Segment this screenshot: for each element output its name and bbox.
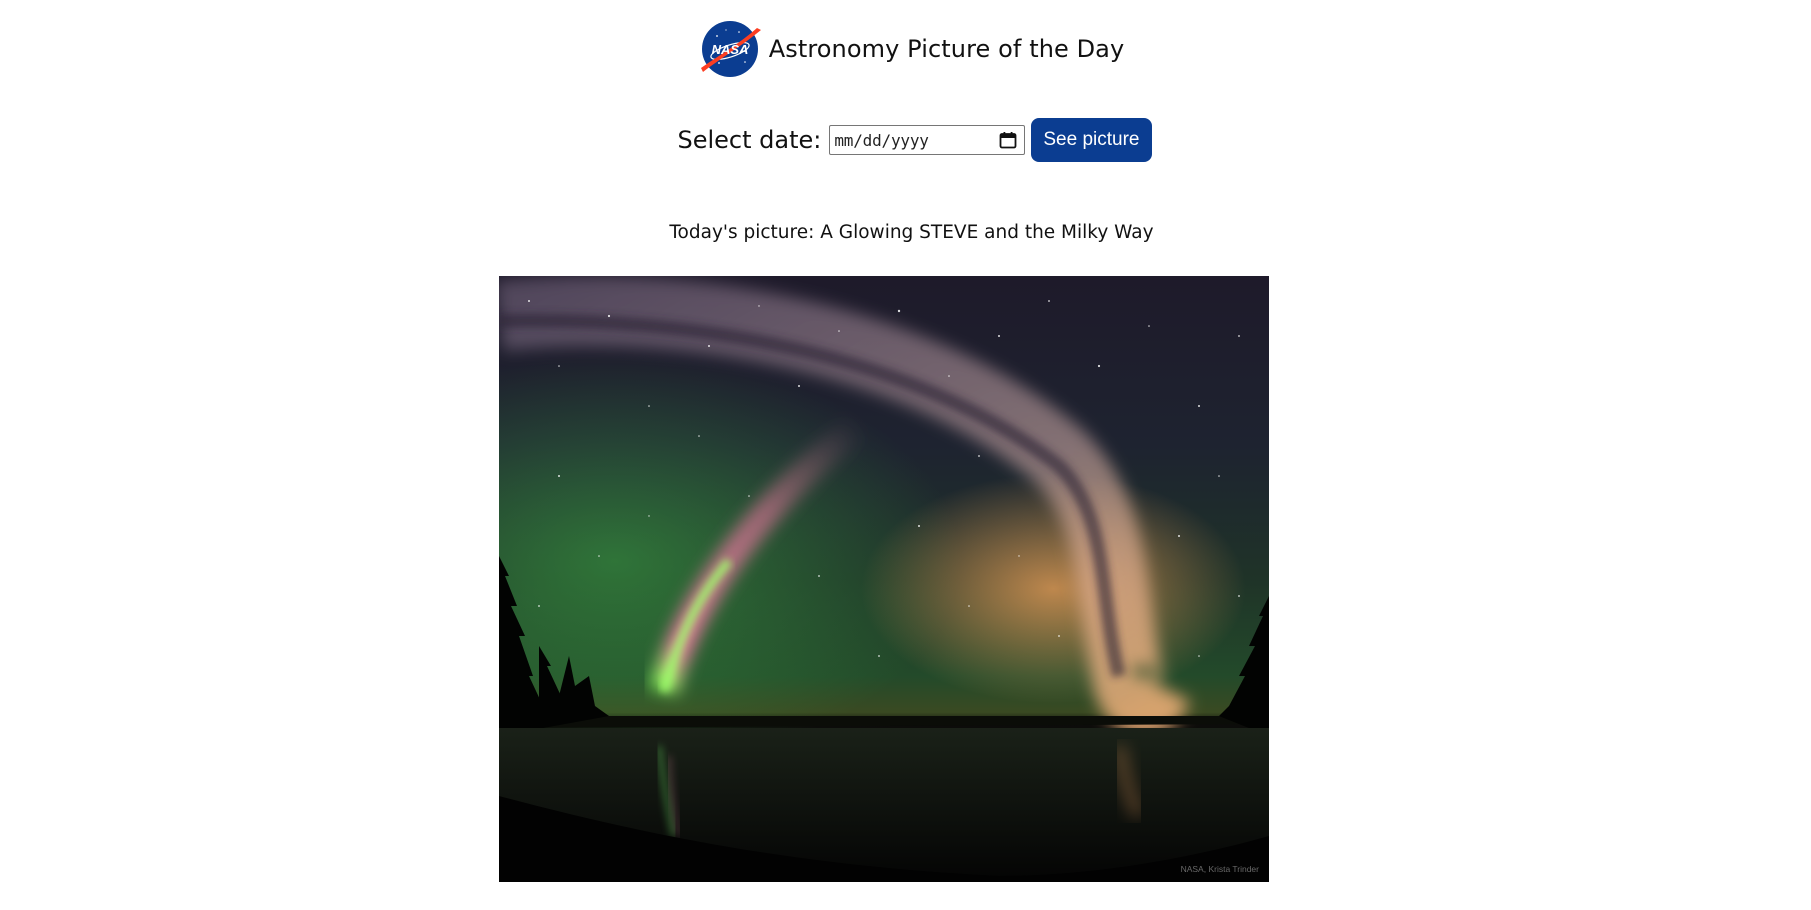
page-header: NASA Astronomy Picture of the Day xyxy=(0,18,1811,80)
nasa-logo-text: NASA xyxy=(711,42,748,57)
date-placeholder: mm/dd/yyyy xyxy=(834,130,929,150)
apod-page: NASA Astronomy Picture of the Day Select… xyxy=(0,0,1811,910)
date-select-row: Select date: mm/dd/yyyy See picture xyxy=(0,118,1811,162)
photo-credit: NASA, Krista Trinder xyxy=(1180,864,1259,874)
date-select-inner: Select date: mm/dd/yyyy See picture xyxy=(678,118,1152,162)
select-date-label: Select date: xyxy=(677,126,822,154)
nasa-logo-icon: NASA xyxy=(700,21,761,77)
date-input[interactable]: mm/dd/yyyy xyxy=(829,125,1026,155)
apod-image: NASA, Krista Trinder xyxy=(499,276,1269,882)
header-inner: NASA Astronomy Picture of the Day xyxy=(699,18,1125,80)
picture-caption: Today's picture: A Glowing STEVE and the… xyxy=(669,222,1154,243)
page-title: Astronomy Picture of the Day xyxy=(768,35,1125,63)
apod-image-art xyxy=(499,276,1269,882)
calendar-icon[interactable] xyxy=(998,130,1018,150)
see-picture-button[interactable]: See picture xyxy=(1031,118,1152,162)
